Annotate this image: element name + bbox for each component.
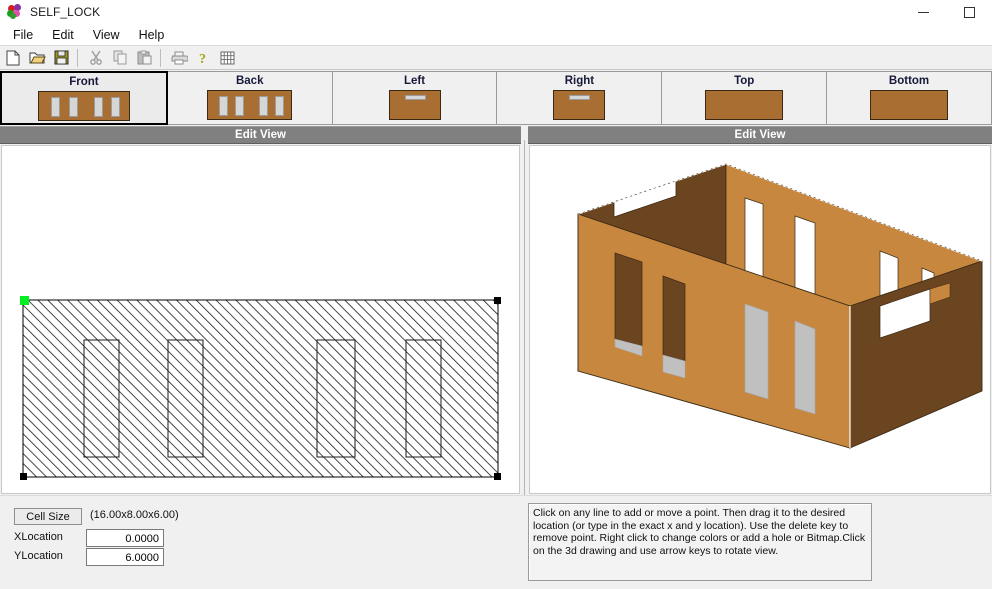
x-location-label: XLocation — [14, 531, 63, 543]
corner-handle[interactable] — [20, 473, 27, 480]
window-cutout — [794, 320, 816, 415]
app-cluster-icon — [6, 3, 24, 21]
new-icon — [6, 50, 19, 65]
slot — [404, 95, 426, 100]
tab-right[interactable]: Right — [497, 71, 663, 125]
minimize-button[interactable] — [900, 0, 946, 24]
slot — [50, 97, 60, 117]
svg-text:?: ? — [199, 52, 206, 65]
tab-left-label: Left — [404, 75, 426, 87]
menu-bar: File Edit View Help — [0, 24, 992, 45]
tab-front-thumbnail — [37, 91, 130, 121]
paste-icon — [137, 50, 151, 65]
origin-handle[interactable] — [20, 296, 29, 305]
save-button[interactable] — [50, 47, 72, 69]
window-cutout — [744, 303, 769, 400]
left-panel-header: Edit View — [0, 126, 521, 144]
menu-help[interactable]: Help — [131, 26, 173, 44]
tab-right-thumbnail — [553, 90, 606, 120]
menu-file[interactable]: File — [5, 26, 41, 44]
tab-front[interactable]: Front — [0, 71, 168, 125]
tab-top-thumbnail — [705, 90, 784, 120]
maximize-icon — [963, 6, 975, 18]
slot — [275, 96, 285, 116]
help-instructions-text: Click on any line to add or move a point… — [528, 503, 872, 581]
y-location-input[interactable] — [86, 548, 164, 566]
slot — [235, 96, 245, 116]
tab-back[interactable]: Back — [167, 71, 333, 125]
toolbar-separator — [77, 48, 78, 67]
slot — [219, 96, 229, 116]
cell-size-value: (16.00x8.00x6.00) — [90, 509, 179, 521]
edit-view-3d-canvas[interactable] — [529, 145, 991, 494]
view-tab-strip: Front Back Left Right Top Bottom — [0, 71, 992, 125]
print-icon — [171, 51, 188, 64]
window-controls — [900, 0, 992, 24]
new-button[interactable] — [2, 47, 24, 69]
grid-icon — [220, 51, 234, 64]
y-location-label: YLocation — [14, 550, 63, 562]
slot — [259, 96, 269, 116]
paste-button[interactable] — [133, 47, 155, 69]
cell-size-button[interactable]: Cell Size — [14, 508, 82, 525]
tab-back-label: Back — [235, 75, 264, 87]
tab-bottom-label: Bottom — [888, 75, 930, 87]
about-button[interactable]: ? — [192, 47, 214, 69]
tab-left-thumbnail — [388, 90, 441, 120]
menu-edit[interactable]: Edit — [44, 26, 82, 44]
toolbar-separator — [160, 48, 161, 67]
title-bar: SELF_LOCK — [0, 0, 992, 24]
print-button[interactable] — [168, 47, 190, 69]
corner-handle[interactable] — [494, 473, 501, 480]
slot — [110, 97, 120, 117]
tab-top-label: Top — [734, 75, 755, 87]
toolbar: ? — [0, 45, 992, 70]
panel-outline[interactable] — [22, 299, 499, 478]
window-cutout — [614, 252, 643, 347]
tab-left[interactable]: Left — [332, 71, 498, 125]
bottom-control-bar: Cell Size (16.00x8.00x6.00) XLocation YL… — [0, 495, 992, 589]
shape-2d-drawing[interactable] — [2, 146, 520, 494]
slot — [93, 97, 103, 117]
edit-view-2d-canvas[interactable] — [1, 145, 520, 494]
grid-button[interactable] — [216, 47, 238, 69]
maximize-button[interactable] — [946, 0, 992, 24]
menu-view[interactable]: View — [85, 26, 128, 44]
tab-bottom[interactable]: Bottom — [827, 71, 992, 125]
tab-top[interactable]: Top — [662, 71, 828, 125]
tab-bottom-thumbnail — [870, 90, 949, 120]
window-title: SELF_LOCK — [30, 4, 101, 19]
application-window: SELF_LOCK File Edit View Help ? Front Ba… — [0, 0, 992, 589]
cut-icon — [90, 50, 102, 65]
save-icon — [54, 50, 68, 65]
about-icon: ? — [199, 52, 206, 65]
x-location-input[interactable] — [86, 529, 164, 547]
slot — [569, 95, 591, 100]
model-3d-drawing[interactable] — [530, 146, 991, 494]
open-icon — [29, 52, 46, 64]
window-cutout — [662, 275, 686, 362]
right-panel-header: Edit View — [528, 126, 992, 144]
minimize-icon — [917, 11, 929, 13]
cut-button[interactable] — [85, 47, 107, 69]
open-button[interactable] — [26, 47, 48, 69]
tab-front-label: Front — [69, 76, 99, 88]
tab-right-label: Right — [564, 75, 595, 87]
slot — [68, 97, 78, 117]
tab-back-thumbnail — [207, 90, 293, 120]
corner-handle[interactable] — [494, 297, 501, 304]
copy-icon — [113, 50, 126, 65]
copy-button[interactable] — [109, 47, 131, 69]
